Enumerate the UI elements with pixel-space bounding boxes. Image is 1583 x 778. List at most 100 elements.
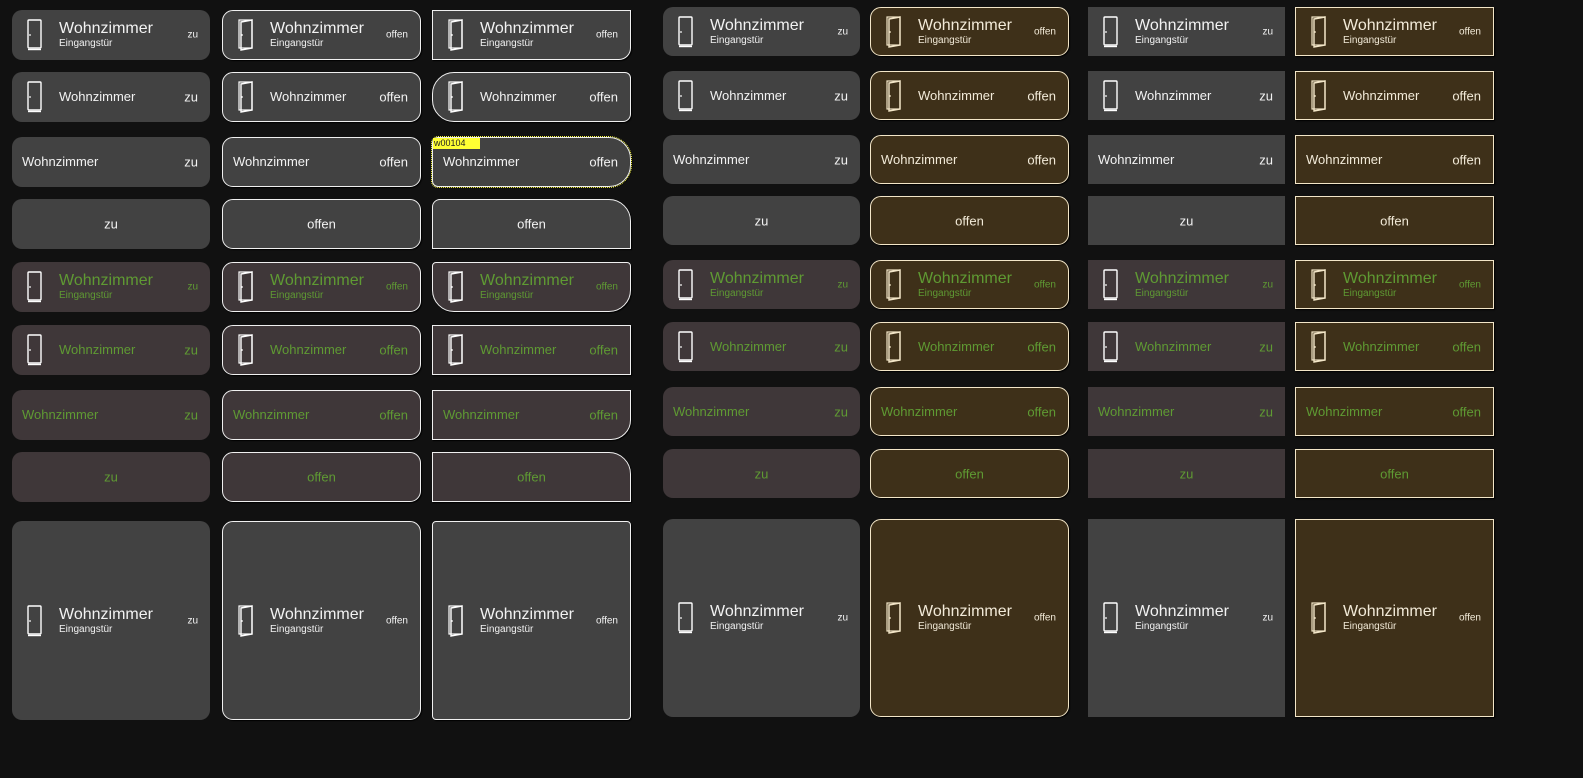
room-name: Wohnzimmer — [918, 87, 995, 103]
room-name: Wohnzimmer — [59, 342, 136, 357]
door-widget-tile[interactable]: Wohnzimmer zu — [12, 325, 210, 375]
room-name: Wohnzimmer — [918, 269, 1012, 287]
widget-label: Wohnzimmer — [673, 151, 749, 169]
door-state: zu — [754, 466, 769, 481]
door-widget-tile[interactable]: Wohnzimmer Eingangstür zu — [1088, 260, 1285, 309]
door-widget-tile[interactable]: offen — [1295, 449, 1494, 498]
door-closed-icon — [26, 271, 44, 303]
widget-label: Wohnzimmer Eingangstür — [480, 20, 574, 50]
door-widget-tile[interactable]: Wohnzimmer Eingangstür offen — [222, 10, 421, 60]
door-widget-tile[interactable]: Wohnzimmer offen — [1295, 387, 1494, 436]
door-widget-tile[interactable]: Wohnzimmer offen — [1295, 322, 1494, 371]
door-widget-tile[interactable]: zu — [663, 449, 860, 498]
door-widget-tile[interactable]: Wohnzimmer zu — [1088, 322, 1285, 371]
room-name: Wohnzimmer — [270, 20, 364, 37]
device-name: Eingangstür — [1135, 287, 1189, 299]
door-widget-tile[interactable]: Wohnzimmer zu — [1088, 135, 1285, 184]
door-widget-tile[interactable]: Wohnzimmer offen — [1295, 71, 1494, 120]
door-widget-tile[interactable]: Wohnzimmer offen — [432, 72, 631, 122]
door-widget-tile[interactable]: Wohnzimmer offen — [222, 72, 421, 122]
door-widget-tile[interactable]: Wohnzimmer zu — [1088, 71, 1285, 120]
door-widget-tile[interactable]: Wohnzimmer offen — [1295, 135, 1494, 184]
door-widget-tile[interactable]: offen — [1295, 196, 1494, 245]
door-open-icon — [237, 19, 255, 51]
door-widget-tile[interactable]: Wohnzimmer zu — [12, 390, 210, 440]
door-widget-tile[interactable]: Wohnzimmer offen w00104 — [431, 136, 632, 188]
door-widget-tile[interactable]: Wohnzimmer offen — [870, 322, 1069, 371]
door-widget-tile[interactable]: Wohnzimmer offen — [870, 387, 1069, 436]
door-widget-tile[interactable]: Wohnzimmer offen — [432, 390, 631, 440]
door-widget-tile[interactable]: zu — [12, 452, 210, 502]
widget-label: Wohnzimmer — [59, 88, 135, 106]
door-widget-tile[interactable]: offen — [222, 199, 421, 249]
device-name: Eingangstür — [1343, 34, 1397, 46]
door-widget-tile[interactable]: Wohnzimmer zu — [12, 137, 210, 187]
door-widget-tile[interactable]: Wohnzimmer Eingangstür offen — [222, 262, 421, 312]
door-widget-tile[interactable]: Wohnzimmer zu — [663, 135, 860, 184]
door-widget-tile[interactable]: Wohnzimmer offen — [222, 390, 421, 440]
door-widget-tile[interactable]: Wohnzimmer offen — [222, 137, 421, 187]
room-name: Wohnzimmer — [59, 89, 136, 104]
door-state: zu — [754, 213, 769, 228]
door-widget-tile[interactable]: Wohnzimmer Eingangstür offen — [870, 7, 1069, 56]
door-widget-tile[interactable]: Wohnzimmer Eingangstür offen — [432, 521, 631, 720]
widget-label: Wohnzimmer — [1343, 87, 1419, 105]
door-widget-tile[interactable]: Wohnzimmer Eingangstür offen — [432, 262, 631, 312]
door-widget-tile[interactable]: Wohnzimmer offen — [870, 135, 1069, 184]
door-widget-tile[interactable]: offen — [222, 452, 421, 502]
device-name: Eingangstür — [1343, 621, 1397, 632]
door-widget-tile[interactable]: Wohnzimmer offen — [432, 325, 631, 375]
widget-label: Wohnzimmer — [1343, 338, 1419, 356]
door-widget-tile[interactable]: offen — [870, 449, 1069, 498]
door-widget-tile[interactable]: Wohnzimmer zu — [663, 322, 860, 371]
room-name: Wohnzimmer — [1135, 269, 1229, 287]
door-open-icon — [885, 268, 903, 301]
door-widget-tile[interactable]: Wohnzimmer Eingangstür offen — [1295, 519, 1494, 717]
door-state: offen — [1033, 279, 1056, 290]
door-state: zu — [187, 615, 198, 626]
door-widget-tile[interactable]: offen — [432, 199, 631, 249]
door-widget-tile[interactable]: Wohnzimmer Eingangstür zu — [663, 7, 860, 56]
door-closed-icon — [677, 330, 695, 363]
door-widget-tile[interactable]: zu — [12, 199, 210, 249]
door-widget-tile[interactable]: Wohnzimmer zu — [663, 387, 860, 436]
room-name: Wohnzimmer — [443, 407, 520, 422]
door-open-icon — [885, 602, 903, 634]
door-widget-tile[interactable]: Wohnzimmer Eingangstür offen — [1295, 260, 1494, 309]
door-widget-tile[interactable]: Wohnzimmer Eingangstür zu — [663, 519, 860, 717]
door-widget-tile[interactable]: offen — [432, 452, 631, 502]
door-widget-tile[interactable]: Wohnzimmer Eingangstür zu — [1088, 7, 1285, 56]
door-widget-tile[interactable]: Wohnzimmer Eingangstür offen — [1295, 7, 1494, 56]
door-widget-tile[interactable]: Wohnzimmer Eingangstür offen — [870, 260, 1069, 309]
door-widget-tile[interactable]: Wohnzimmer zu — [12, 72, 210, 122]
room-name: Wohnzimmer — [270, 89, 347, 104]
door-widget-tile[interactable]: zu — [1088, 449, 1285, 498]
door-widget-tile[interactable]: Wohnzimmer zu — [1088, 387, 1285, 436]
door-widget-tile[interactable]: offen — [870, 196, 1069, 245]
widget-label: Wohnzimmer Eingangstür — [1343, 17, 1437, 47]
door-widget-tile[interactable]: Wohnzimmer offen — [222, 325, 421, 375]
device-name: Eingangstür — [710, 34, 764, 46]
door-widget-tile[interactable]: zu — [1088, 196, 1285, 245]
door-state: offen — [1452, 88, 1481, 103]
device-name: Eingangstür — [270, 38, 324, 49]
door-state: offen — [955, 466, 984, 481]
door-widget-tile[interactable]: Wohnzimmer Eingangstür zu — [12, 10, 210, 60]
door-widget-tile[interactable]: Wohnzimmer Eingangstür zu — [663, 260, 860, 309]
room-name: Wohnzimmer — [270, 272, 364, 289]
door-widget-tile[interactable]: Wohnzimmer offen — [870, 71, 1069, 120]
door-widget-tile[interactable]: Wohnzimmer Eingangstür offen — [432, 10, 631, 60]
room-name: Wohnzimmer — [1135, 16, 1229, 34]
door-widget-tile[interactable]: Wohnzimmer Eingangstür zu — [1088, 519, 1285, 717]
device-name: Eingangstür — [918, 621, 972, 632]
door-closed-icon — [26, 81, 44, 113]
door-widget-tile[interactable]: Wohnzimmer Eingangstür zu — [12, 521, 210, 720]
door-widget-tile[interactable]: Wohnzimmer Eingangstür offen — [222, 521, 421, 720]
device-name: Eingangstür — [270, 623, 324, 635]
door-state: zu — [834, 404, 848, 419]
door-widget-tile[interactable]: Wohnzimmer zu — [663, 71, 860, 120]
door-widget-tile[interactable]: zu — [663, 196, 860, 245]
room-name: Wohnzimmer — [480, 342, 557, 357]
door-widget-tile[interactable]: Wohnzimmer Eingangstür offen — [870, 519, 1069, 717]
door-widget-tile[interactable]: Wohnzimmer Eingangstür zu — [12, 262, 210, 312]
